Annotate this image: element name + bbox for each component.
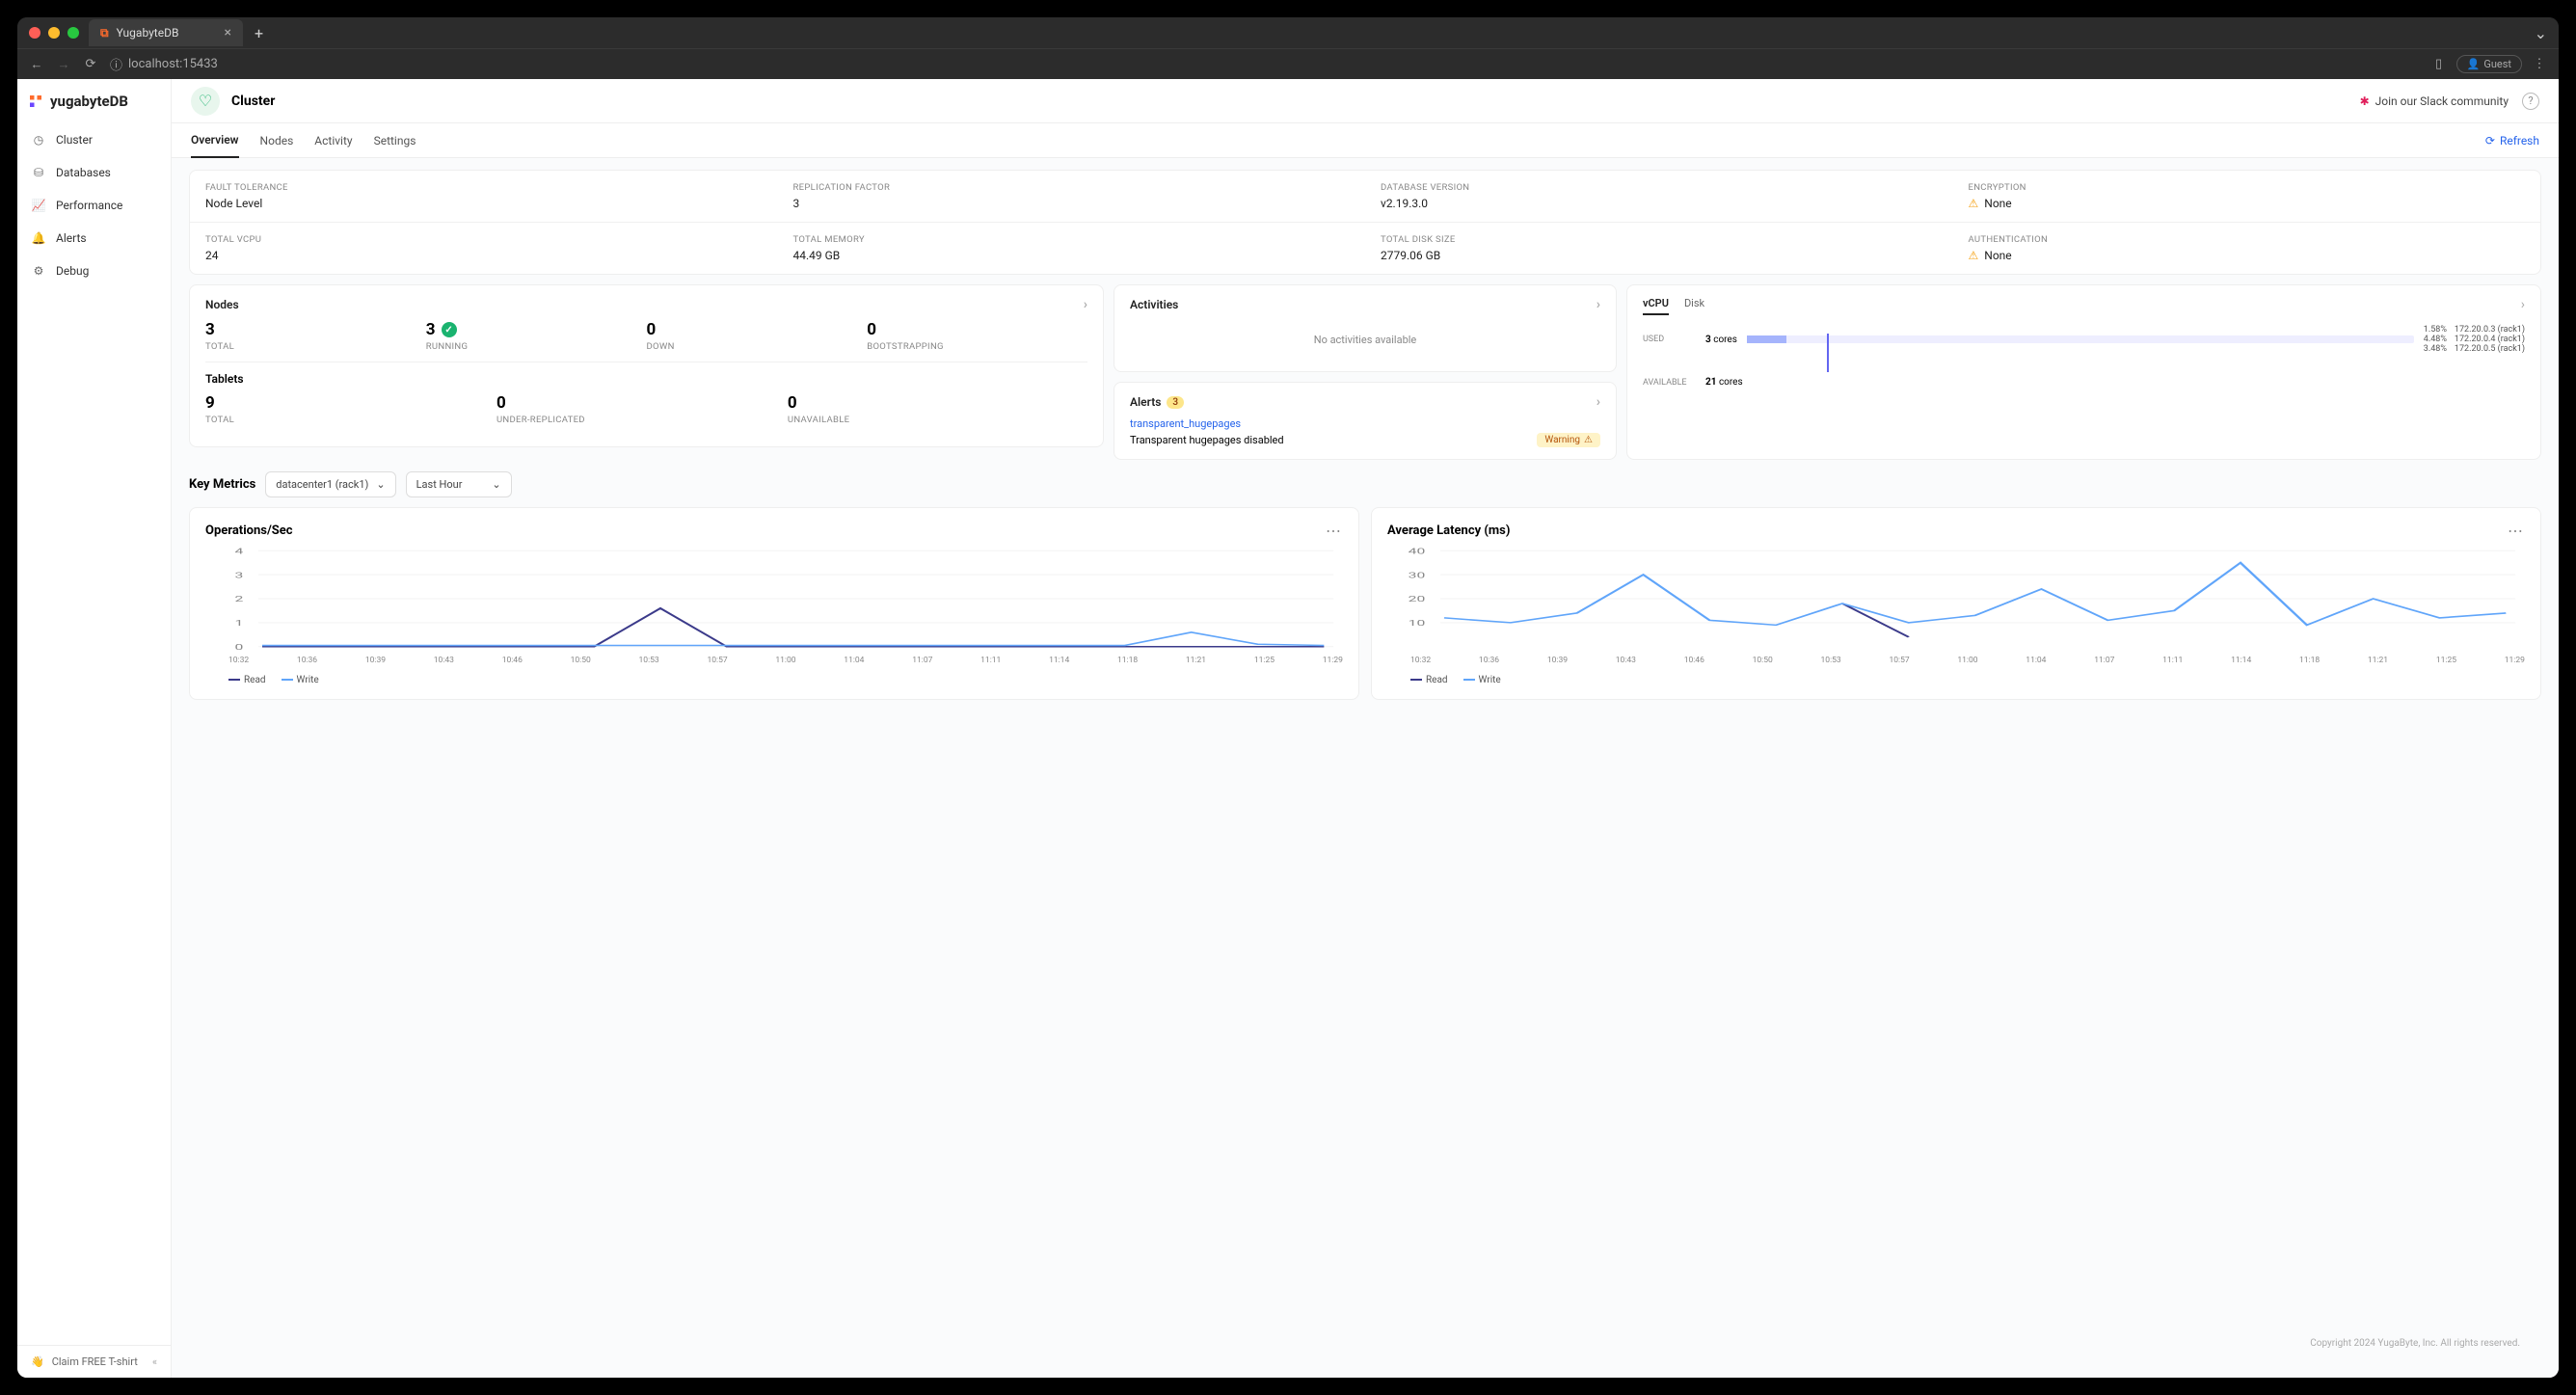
sidebar-item-debug[interactable]: ⚙ Debug xyxy=(17,255,171,287)
svg-text:1: 1 xyxy=(234,619,243,629)
browser-tab[interactable]: ⧉ YugabyteDB × xyxy=(89,19,243,46)
chart-menu-icon[interactable]: ⋯ xyxy=(2508,522,2525,540)
vcpu-tab[interactable]: vCPU xyxy=(1643,297,1669,315)
warning-icon: ⚠ xyxy=(1969,197,1979,210)
vcpu-card: vCPU Disk › USED 3 cores xyxy=(1626,284,2541,460)
svg-text:0: 0 xyxy=(234,643,243,652)
health-badge: ♡ xyxy=(191,87,220,116)
sidebar-item-databases[interactable]: ⛁ Databases xyxy=(17,156,171,189)
refresh-button[interactable]: ⟳ Refresh xyxy=(2485,134,2539,148)
chevron-down-icon: ⌄ xyxy=(376,478,385,491)
person-icon: 👤 xyxy=(2467,58,2481,70)
page-title: Cluster xyxy=(231,94,275,109)
chevron-right-icon[interactable]: › xyxy=(1084,297,1087,312)
chart-icon: 📈 xyxy=(31,198,46,213)
tab-nodes[interactable]: Nodes xyxy=(260,124,294,157)
sidebar-item-cluster[interactable]: ◷ Cluster xyxy=(17,123,171,156)
warning-icon: ⚠ xyxy=(1969,249,1979,262)
check-icon: ✓ xyxy=(442,322,457,337)
no-activities-text: No activities available xyxy=(1130,320,1600,360)
refresh-icon: ⟳ xyxy=(2485,134,2495,148)
chevron-right-icon[interactable]: › xyxy=(1597,297,1600,312)
cluster-info-panel: FAULT TOLERANCENode Level REPLICATION FA… xyxy=(189,170,2541,275)
site-info-icon[interactable]: ⓘ xyxy=(110,55,122,73)
logo[interactable]: yugabyteDB xyxy=(17,79,171,123)
claim-tshirt-button[interactable]: 👋 Claim FREE T-shirt « xyxy=(17,1345,171,1378)
svg-text:2: 2 xyxy=(234,595,243,604)
slack-link[interactable]: ✱ Join our Slack community xyxy=(2360,94,2509,108)
bell-icon: 🔔 xyxy=(31,230,46,246)
url-text: localhost:15433 xyxy=(128,57,218,71)
reload-icon[interactable]: ⟳ xyxy=(83,57,98,71)
yugabyte-logo-icon xyxy=(27,93,44,110)
chart-card: Average Latency (ms)⋯ 10203040 10:3210:3… xyxy=(1371,507,2541,700)
warning-pill: Warning⚠ xyxy=(1537,433,1600,447)
gear-icon: ⚙ xyxy=(31,263,46,279)
chart-title: Average Latency (ms) xyxy=(1387,523,1510,538)
tab-overview[interactable]: Overview xyxy=(191,123,239,158)
address-bar[interactable]: ⓘ localhost:15433 xyxy=(110,55,218,73)
alerts-card: Alerts3 › transparent_hugepages Transpar… xyxy=(1114,382,1617,460)
chevron-down-icon: ⌄ xyxy=(492,478,500,491)
chart-title: Operations/Sec xyxy=(205,523,293,538)
cluster-icon: ◷ xyxy=(31,132,46,148)
timerange-select[interactable]: Last Hour⌄ xyxy=(406,471,512,497)
sidebar-item-alerts[interactable]: 🔔 Alerts xyxy=(17,222,171,255)
collapse-icon[interactable]: « xyxy=(152,1355,157,1368)
panel-icon[interactable]: ▯ xyxy=(2431,57,2447,71)
svg-text:40: 40 xyxy=(1409,547,1426,556)
footer-copyright: Copyright 2024 YugaByte, Inc. All rights… xyxy=(2310,1338,2520,1349)
window-maximize[interactable] xyxy=(67,27,79,39)
svg-text:20: 20 xyxy=(1409,595,1426,604)
forward-icon[interactable]: → xyxy=(56,57,71,72)
chevron-right-icon[interactable]: › xyxy=(1597,394,1600,410)
window-minimize[interactable] xyxy=(48,27,60,39)
tab-favicon: ⧉ xyxy=(100,26,109,40)
chart-menu-icon[interactable]: ⋯ xyxy=(1326,522,1343,540)
help-button[interactable]: ? xyxy=(2522,93,2539,110)
region-select[interactable]: datacenter1 (rack1)⌄ xyxy=(265,471,395,497)
wave-icon: 👋 xyxy=(31,1355,44,1368)
logo-text: yugabyteDB xyxy=(50,93,128,110)
chart-card: Operations/Sec⋯ 01234 10:3210:3610:3910:… xyxy=(189,507,1359,700)
back-icon[interactable]: ← xyxy=(29,57,44,72)
window-menu-icon[interactable]: ⌄ xyxy=(2535,24,2547,42)
tab-activity[interactable]: Activity xyxy=(314,124,352,157)
tab-settings[interactable]: Settings xyxy=(374,124,416,157)
disk-tab[interactable]: Disk xyxy=(1684,297,1704,315)
chevron-right-icon[interactable]: › xyxy=(2521,297,2525,312)
sidebar: yugabyteDB ◷ Cluster ⛁ Databases 📈 Perfo… xyxy=(17,79,172,1378)
tab-title: YugabyteDB xyxy=(117,26,179,40)
slack-icon: ✱ xyxy=(2360,94,2370,108)
svg-text:3: 3 xyxy=(234,571,243,580)
browser-menu-icon[interactable]: ⋮ xyxy=(2532,57,2547,71)
key-metrics-title: Key Metrics xyxy=(189,477,255,492)
sidebar-item-performance[interactable]: 📈 Performance xyxy=(17,189,171,222)
close-tab-icon[interactable]: × xyxy=(225,25,231,40)
database-icon: ⛁ xyxy=(31,165,46,180)
window-close[interactable] xyxy=(29,27,40,39)
svg-text:30: 30 xyxy=(1409,571,1426,580)
alert-count-badge: 3 xyxy=(1167,396,1184,409)
activities-card: Activities› No activities available xyxy=(1114,284,1617,372)
svg-text:10: 10 xyxy=(1409,619,1426,629)
vcpu-bar xyxy=(1747,335,2414,343)
nodes-card: Nodes› 3TOTAL3✓RUNNING0DOWN0BOOTSTRAPPIN… xyxy=(189,284,1104,447)
alert-link[interactable]: transparent_hugepages xyxy=(1130,417,1600,430)
profile-button[interactable]: 👤 Guest xyxy=(2456,55,2522,73)
svg-text:4: 4 xyxy=(234,547,243,556)
new-tab-button[interactable]: + xyxy=(249,24,269,42)
